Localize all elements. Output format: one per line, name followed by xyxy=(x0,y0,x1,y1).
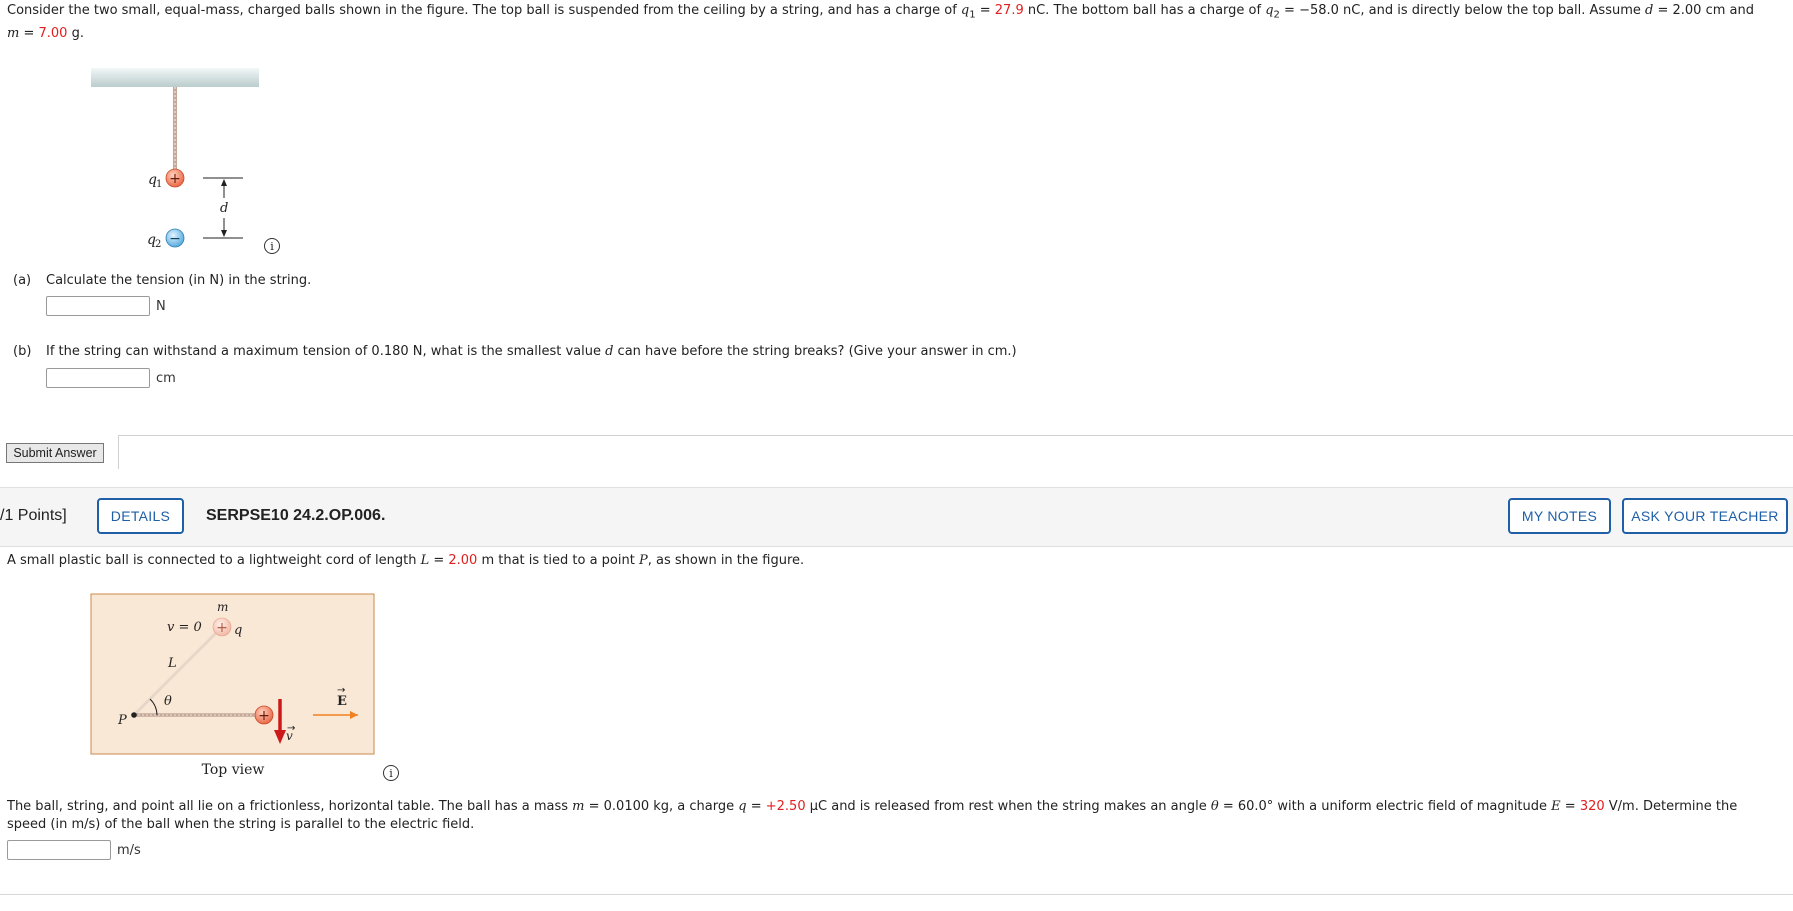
pendulum-field-figure: θ P + m v = 0 q L + v → E → Top view xyxy=(90,593,375,778)
minus-sign: − xyxy=(169,231,181,247)
part-b-tag: (b) xyxy=(13,344,32,359)
part-a-tag: (a) xyxy=(13,273,32,288)
part-b-question: If the string can withstand a maximum te… xyxy=(46,344,1017,359)
svg-text:+: + xyxy=(258,708,270,724)
q-label: q xyxy=(234,623,242,638)
ask-your-teacher-button[interactable]: ASK YOUR TEACHER xyxy=(1622,498,1788,534)
speed-unit: m/s xyxy=(117,843,141,858)
figure-caption: Top view xyxy=(202,762,265,778)
submit-divider-v xyxy=(118,435,119,469)
q-value: +2.50 xyxy=(765,799,806,814)
E-value: 320 xyxy=(1579,799,1605,814)
v0-label: v = 0 xyxy=(167,620,202,635)
problem2-intro: A small plastic ball is connected to a l… xyxy=(7,553,805,568)
details-button[interactable]: DETAILS xyxy=(97,498,184,534)
L-label: L xyxy=(167,656,177,671)
P-label: P xyxy=(117,713,127,728)
part-b-unit: cm xyxy=(156,371,176,386)
speed-answer-input[interactable] xyxy=(7,840,111,860)
tension-answer-input[interactable] xyxy=(46,296,150,316)
q2-sub: 2 xyxy=(155,239,161,250)
part-a-question: Calculate the tension (in N) in the stri… xyxy=(46,273,312,288)
svg-text:+: + xyxy=(216,620,228,636)
ceiling xyxy=(91,68,259,87)
m-value: 7.00 xyxy=(38,25,68,41)
bottom-divider xyxy=(0,894,1793,895)
plus-sign: + xyxy=(169,171,181,187)
d-label: d xyxy=(220,201,228,216)
svg-text:→: → xyxy=(337,685,345,696)
info-icon-2[interactable]: i xyxy=(383,765,399,781)
submit-answer-button[interactable]: Submit Answer xyxy=(6,443,104,463)
points-label: /1 Points] xyxy=(0,507,67,524)
q1-sub: 1 xyxy=(156,179,162,190)
theta-label: θ xyxy=(164,694,172,709)
part-a-unit: N xyxy=(156,299,166,314)
my-notes-button[interactable]: MY NOTES xyxy=(1508,498,1611,534)
E-label: E xyxy=(337,694,347,709)
pivot-point xyxy=(131,712,137,718)
L-value: 2.00 xyxy=(448,553,478,568)
svg-text:→: → xyxy=(287,723,295,734)
min-d-answer-input[interactable] xyxy=(46,368,150,388)
m-label: m xyxy=(217,600,228,614)
info-icon[interactable]: i xyxy=(264,238,280,254)
problem2-body: The ball, string, and point all lie on a… xyxy=(7,799,1738,832)
charged-balls-figure: + − q 1 q 2 d xyxy=(91,68,259,250)
q1-value: 27.9 xyxy=(994,3,1024,18)
table-region xyxy=(90,593,375,755)
question-id: SERPSE10 24.2.OP.006. xyxy=(206,507,386,524)
problem1-intro: Consider the two small, equal-mass, char… xyxy=(7,3,1754,41)
submit-divider xyxy=(118,435,1793,436)
